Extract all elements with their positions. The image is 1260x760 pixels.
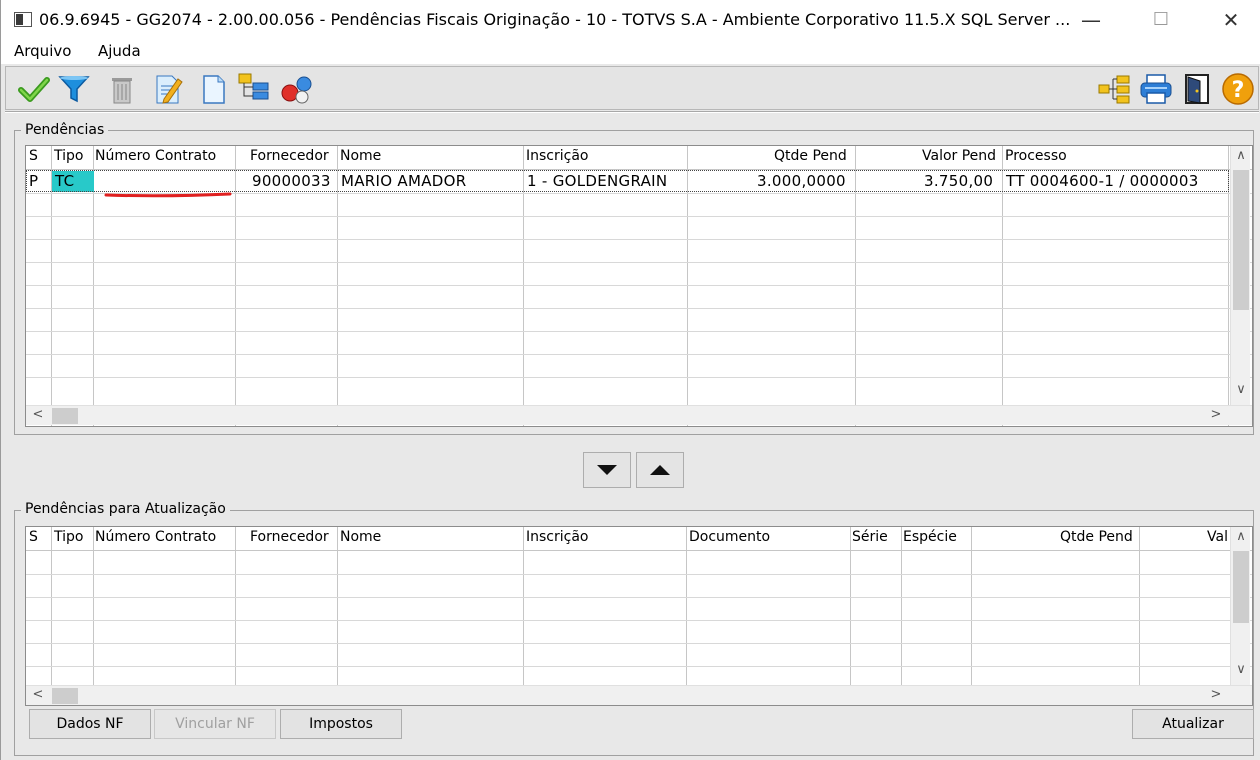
col-header-serie[interactable]: Série: [852, 529, 888, 545]
red-annotation-underline: [104, 192, 232, 198]
menu-ajuda[interactable]: Ajuda: [98, 42, 141, 60]
close-button[interactable]: ✕: [1211, 6, 1251, 34]
hscroll-thumb[interactable]: [52, 408, 78, 424]
filter-icon[interactable]: [58, 73, 90, 105]
edit-document-icon[interactable]: [152, 73, 184, 105]
col-header-nome[interactable]: Nome: [340, 529, 381, 545]
menu-arquivo[interactable]: Arquivo: [14, 42, 71, 60]
minimize-button[interactable]: —: [1071, 6, 1111, 34]
col-header-numero-contrato[interactable]: Número Contrato: [95, 148, 216, 164]
scroll-down-arrow[interactable]: ∨: [1231, 662, 1251, 677]
col-header-fornecedor[interactable]: Fornecedor: [250, 148, 329, 164]
col-header-inscricao[interactable]: Inscrição: [526, 148, 588, 164]
printer-icon[interactable]: [1139, 73, 1172, 105]
atualizacao-grid[interactable]: S Tipo Número Contrato Fornecedor Nome I…: [25, 526, 1253, 706]
pendencias-grid[interactable]: S Tipo Número Contrato Fornecedor Nome I…: [25, 145, 1253, 427]
col-header-inscricao[interactable]: Inscrição: [526, 529, 588, 545]
col-header-fornecedor[interactable]: Fornecedor: [250, 529, 329, 545]
scroll-right-arrow[interactable]: >: [1206, 407, 1226, 422]
col-header-val[interactable]: Val: [1207, 529, 1228, 545]
impostos-button[interactable]: Impostos: [280, 709, 402, 739]
tree-structure-icon[interactable]: [238, 73, 270, 105]
col-header-documento[interactable]: Documento: [689, 529, 770, 545]
col-header-tipo[interactable]: Tipo: [54, 529, 83, 545]
scroll-down-arrow[interactable]: ∨: [1231, 382, 1251, 397]
col-header-s[interactable]: S: [29, 529, 38, 545]
application-window: 06.9.6945 - GG2074 - 2.00.00.056 - Pendê…: [0, 0, 1260, 760]
pendencias-vscroll[interactable]: ∧ ∨: [1230, 146, 1250, 405]
pendencias-hscroll[interactable]: < >: [26, 405, 1252, 425]
col-header-s[interactable]: S: [29, 148, 38, 164]
col-header-qtde-pend[interactable]: Qtde Pend: [774, 148, 847, 164]
col-header-numero-contrato[interactable]: Número Contrato: [95, 529, 216, 545]
menu-bar: Arquivo Ajuda: [1, 40, 1260, 64]
scroll-thumb[interactable]: [1233, 551, 1249, 623]
circles-icon[interactable]: [280, 73, 312, 105]
col-header-tipo[interactable]: Tipo: [54, 148, 83, 164]
col-header-nome[interactable]: Nome: [340, 148, 381, 164]
scroll-up-arrow[interactable]: ∧: [1231, 529, 1251, 544]
scroll-up-arrow[interactable]: ∧: [1231, 148, 1251, 163]
window-title: 06.9.6945 - GG2074 - 2.00.00.056 - Pendê…: [39, 10, 1071, 29]
row-focus-outline: [26, 170, 1229, 192]
scroll-right-arrow[interactable]: >: [1206, 687, 1226, 702]
hscroll-thumb[interactable]: [52, 688, 78, 704]
maximize-button[interactable]: ☐: [1141, 6, 1181, 34]
atualizacao-legend: Pendências para Atualização: [21, 501, 230, 517]
col-header-qtde-pend[interactable]: Qtde Pend: [1060, 529, 1133, 545]
col-header-valor-pend[interactable]: Valor Pend: [922, 148, 996, 164]
app-icon: [14, 12, 32, 27]
scroll-left-arrow[interactable]: <: [28, 407, 48, 422]
scroll-left-arrow[interactable]: <: [28, 687, 48, 702]
toolbar-separator: [5, 111, 1259, 113]
atualizar-button[interactable]: Atualizar: [1132, 709, 1254, 739]
help-icon[interactable]: ?: [1221, 73, 1254, 105]
vincular-nf-button[interactable]: Vincular NF: [154, 709, 276, 739]
checkmark-icon[interactable]: [18, 73, 50, 105]
svg-text:?: ?: [1232, 78, 1245, 103]
scroll-thumb[interactable]: [1233, 170, 1249, 310]
move-up-button[interactable]: [636, 452, 684, 488]
col-header-processo[interactable]: Processo: [1005, 148, 1067, 164]
move-down-button[interactable]: [583, 452, 631, 488]
trash-icon[interactable]: [106, 73, 138, 105]
col-header-especie[interactable]: Espécie: [903, 529, 957, 545]
dados-nf-button[interactable]: Dados NF: [29, 709, 151, 739]
toolbar: ?: [5, 66, 1259, 110]
exit-door-icon[interactable]: [1181, 73, 1213, 105]
atualizacao-hscroll[interactable]: < >: [26, 685, 1252, 705]
atualizacao-vscroll[interactable]: ∧ ∨: [1230, 527, 1250, 685]
title-bar: 06.9.6945 - GG2074 - 2.00.00.056 - Pendê…: [1, 0, 1260, 40]
pendencias-legend: Pendências: [21, 122, 109, 138]
hierarchy-icon[interactable]: [1097, 73, 1130, 105]
blank-document-icon[interactable]: [198, 73, 230, 105]
